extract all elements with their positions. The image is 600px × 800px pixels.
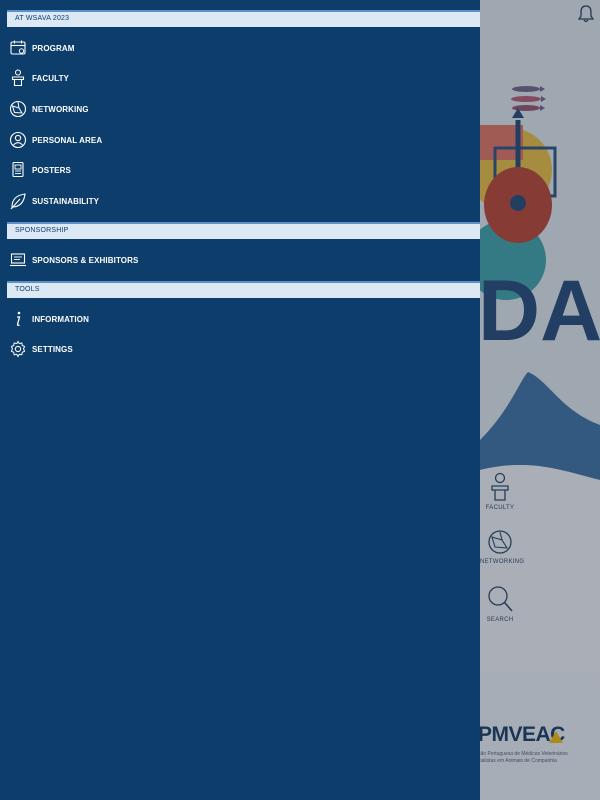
menu-item-label: INFORMATION: [32, 315, 89, 324]
leaf-icon: [10, 193, 26, 210]
menu-item-faculty[interactable]: FACULTY: [0, 65, 480, 91]
navigation-drawer: AT WSAVA 2023 PROGRAM FACULTY NETWORKING: [0, 0, 480, 800]
network-icon: [9, 100, 27, 118]
section-header-sponsorship: SPONSORSHIP: [7, 222, 480, 239]
menu-item-label: SETTINGS: [32, 345, 73, 354]
section-header-at-wsava: AT WSAVA 2023: [7, 10, 480, 27]
menu-item-personal-area[interactable]: PERSONAL AREA: [0, 127, 480, 153]
sponsor-icon: [10, 253, 26, 267]
menu-item-label: SPONSORS & EXHIBITORS: [32, 256, 139, 265]
section-header-tools: TOOLS: [7, 281, 480, 298]
gear-icon: [10, 340, 26, 358]
section-header-label: SPONSORSHIP: [15, 227, 69, 234]
user-icon: [9, 131, 27, 149]
info-icon: [16, 311, 21, 327]
section-header-label: TOOLS: [15, 286, 40, 293]
menu-item-label: PROGRAM: [32, 44, 75, 53]
menu-item-label: SUSTAINABILITY: [32, 197, 100, 206]
poster-icon: [12, 161, 24, 178]
menu-item-information[interactable]: INFORMATION: [0, 306, 480, 332]
menu-item-settings[interactable]: SETTINGS: [0, 336, 480, 362]
menu-item-label: FACULTY: [32, 74, 69, 83]
menu-item-label: POSTERS: [32, 166, 71, 175]
menu-item-label: PERSONAL AREA: [32, 136, 103, 145]
speaker-icon: [11, 69, 25, 87]
menu-item-networking[interactable]: NETWORKING: [0, 96, 480, 122]
calendar-icon: [10, 40, 26, 55]
menu-item-program[interactable]: PROGRAM: [0, 35, 480, 61]
menu-item-sponsors-exhibitors[interactable]: SPONSORS & EXHIBITORS: [0, 247, 480, 273]
menu-item-label: NETWORKING: [32, 105, 89, 114]
section-header-label: AT WSAVA 2023: [15, 15, 70, 22]
menu-item-sustainability[interactable]: SUSTAINABILITY: [0, 188, 480, 214]
menu-item-posters[interactable]: POSTERS: [0, 157, 480, 183]
